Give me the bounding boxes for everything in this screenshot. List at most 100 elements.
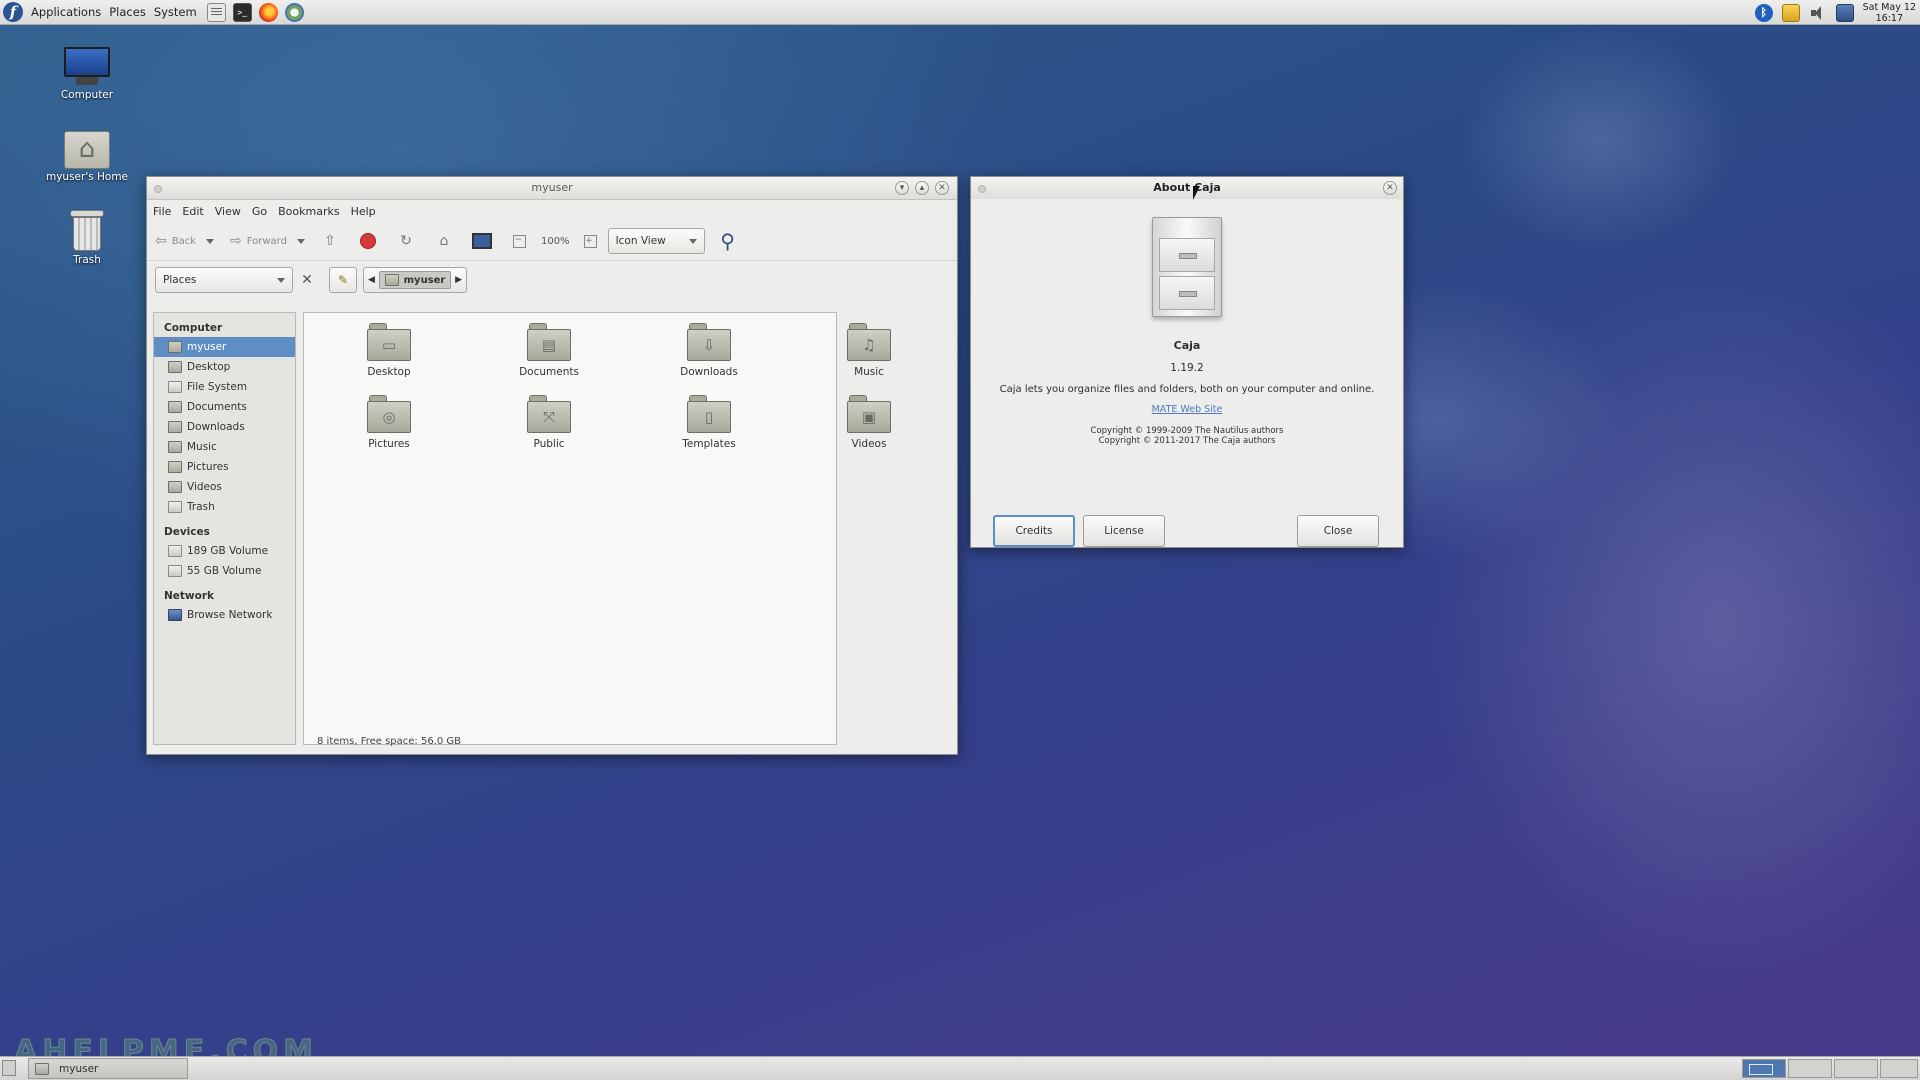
sidebar-item-pictures[interactable]: Pictures [154, 457, 295, 477]
file-view[interactable]: ▭ Desktop ▤ Documents ⇩ Downloads ♫ Musi… [303, 312, 891, 745]
computer-icon [471, 233, 492, 249]
app-version: 1.19.2 [1170, 362, 1204, 374]
taskbar-item-myuser[interactable]: myuser [28, 1058, 188, 1079]
location-bar: Places ✕ ✎ ◀ myuser ▶ [147, 261, 957, 299]
places-menu[interactable]: Places [109, 5, 146, 19]
menu-edit[interactable]: Edit [182, 205, 203, 218]
sidebar-item-trash[interactable]: Trash [154, 497, 295, 517]
workspace-1[interactable] [1742, 1059, 1786, 1078]
software-icon[interactable] [284, 2, 304, 22]
system-menu[interactable]: System [154, 5, 197, 19]
folder-item-downloads[interactable]: ⇩ Downloads [654, 323, 764, 378]
home-folder-icon [64, 131, 110, 169]
trash-icon [168, 501, 182, 513]
zoom-out-button[interactable]: − [509, 230, 531, 252]
sidebar-item-desktop[interactable]: Desktop [154, 357, 295, 377]
toggle-location-entry-button[interactable]: ✎ [329, 267, 357, 293]
website-link[interactable]: MATE Web Site [971, 404, 1403, 415]
folder-label: Music [854, 366, 884, 378]
about-titlebar[interactable]: About Caja ✕ [971, 177, 1403, 200]
reload-icon: ↻ [400, 233, 412, 249]
menu-view[interactable]: View [215, 205, 241, 218]
workspace-2[interactable] [1788, 1059, 1832, 1078]
bottom-panel: myuser [0, 1056, 1920, 1080]
pictures-folder-icon [168, 461, 182, 473]
desktop-icon-home[interactable]: myuser's Home [32, 131, 142, 183]
files-icon[interactable] [206, 2, 226, 22]
minimize-button[interactable]: ▾ [895, 181, 909, 195]
search-button[interactable]: ⚲ [717, 229, 739, 253]
computer-button[interactable] [471, 230, 493, 252]
up-button[interactable]: ⇧ [319, 230, 341, 252]
status-text: 8 items, Free space: 56.0 GB [317, 735, 462, 747]
music-folder-icon: ♫ [847, 323, 891, 361]
desktop-icon-label: myuser's Home [45, 171, 129, 183]
clock-date: Sat May 12 [1862, 1, 1916, 13]
desktop-icon-computer[interactable]: Computer [32, 47, 142, 101]
forward-history-dropdown[interactable] [296, 238, 305, 244]
close-sidebar-button[interactable]: ✕ [297, 269, 317, 291]
breadcrumb-left-arrow[interactable]: ◀ [368, 275, 375, 285]
top-panel: f Applications Places System >_ ᛒ Sat Ma… [0, 0, 1920, 25]
credits-button[interactable]: Credits [993, 515, 1075, 547]
close-window-button[interactable]: ✕ [935, 181, 949, 195]
menu-bookmarks[interactable]: Bookmarks [278, 205, 339, 218]
fedora-logo-icon[interactable]: f [3, 2, 23, 22]
sidebar-item-music[interactable]: Music [154, 437, 295, 457]
folder-label: Videos [851, 438, 887, 450]
sidebar-pane-select[interactable]: Places [155, 267, 293, 293]
computer-icon [64, 47, 110, 87]
workspace-4[interactable] [1880, 1059, 1918, 1078]
updates-icon[interactable] [1781, 3, 1800, 22]
sidebar-item-downloads[interactable]: Downloads [154, 417, 295, 437]
sidebar-item-browse-network[interactable]: Browse Network [154, 605, 295, 625]
menu-file[interactable]: File [153, 205, 171, 218]
bluetooth-icon[interactable]: ᛒ [1754, 3, 1773, 22]
sidebar-item-myuser[interactable]: myuser [154, 337, 295, 357]
sidebar-item-volume-55[interactable]: 55 GB Volume [154, 561, 295, 581]
close-dialog-button[interactable]: ✕ [1383, 181, 1397, 195]
menu-go[interactable]: Go [252, 205, 267, 218]
menu-help[interactable]: Help [351, 205, 376, 218]
folder-item-templates[interactable]: ▯ Templates [654, 395, 764, 450]
folder-item-pictures[interactable]: ◎ Pictures [334, 395, 444, 450]
firefox-icon[interactable] [258, 2, 278, 22]
stop-button[interactable] [357, 230, 379, 252]
maximize-button[interactable]: ▴ [915, 181, 929, 195]
folder-item-music[interactable]: ♫ Music [814, 323, 924, 378]
breadcrumb-current[interactable]: myuser [378, 271, 452, 289]
zoom-level[interactable]: 100% [541, 236, 570, 247]
forward-button[interactable]: ⇨ Forward [230, 233, 287, 249]
view-mode-select[interactable]: Icon View [607, 228, 705, 254]
edit-icon: ✎ [337, 273, 349, 287]
sidebar-item-file-system[interactable]: File System [154, 377, 295, 397]
folder-label: Public [533, 438, 565, 450]
sidebar-item-documents[interactable]: Documents [154, 397, 295, 417]
back-history-dropdown[interactable] [206, 238, 215, 244]
zoom-in-button[interactable]: + [580, 230, 602, 252]
desktop-icon-trash[interactable]: Trash [32, 210, 142, 266]
home-button[interactable]: ⌂ [433, 230, 455, 252]
folder-item-documents[interactable]: ▤ Documents [494, 323, 604, 378]
breadcrumb-right-arrow[interactable]: ▶ [455, 275, 462, 285]
license-button[interactable]: License [1083, 515, 1165, 547]
back-button[interactable]: ⇦ Back [155, 233, 196, 249]
workspace-3[interactable] [1834, 1059, 1878, 1078]
folder-item-public[interactable]: ⤧ Public [494, 395, 604, 450]
folder-item-videos[interactable]: ▣ Videos [814, 395, 924, 450]
folder-label: Pictures [368, 438, 410, 450]
sidebar-item-videos[interactable]: Videos [154, 477, 295, 497]
window-title: myuser [531, 181, 573, 194]
terminal-icon[interactable]: >_ [232, 2, 252, 22]
folder-label: Templates [682, 438, 736, 450]
close-button[interactable]: Close [1297, 515, 1379, 547]
clock[interactable]: Sat May 12 16:17 [1863, 2, 1916, 24]
applications-menu[interactable]: Applications [31, 5, 101, 19]
file-manager-titlebar[interactable]: myuser ▾ ▴ ✕ [147, 177, 957, 200]
show-desktop-icon[interactable] [2, 1060, 16, 1076]
sidebar-item-volume-189[interactable]: 189 GB Volume [154, 541, 295, 561]
network-icon[interactable] [1835, 3, 1854, 22]
volume-icon[interactable] [1809, 4, 1827, 22]
folder-item-desktop[interactable]: ▭ Desktop [334, 323, 444, 378]
reload-button[interactable]: ↻ [395, 230, 417, 252]
